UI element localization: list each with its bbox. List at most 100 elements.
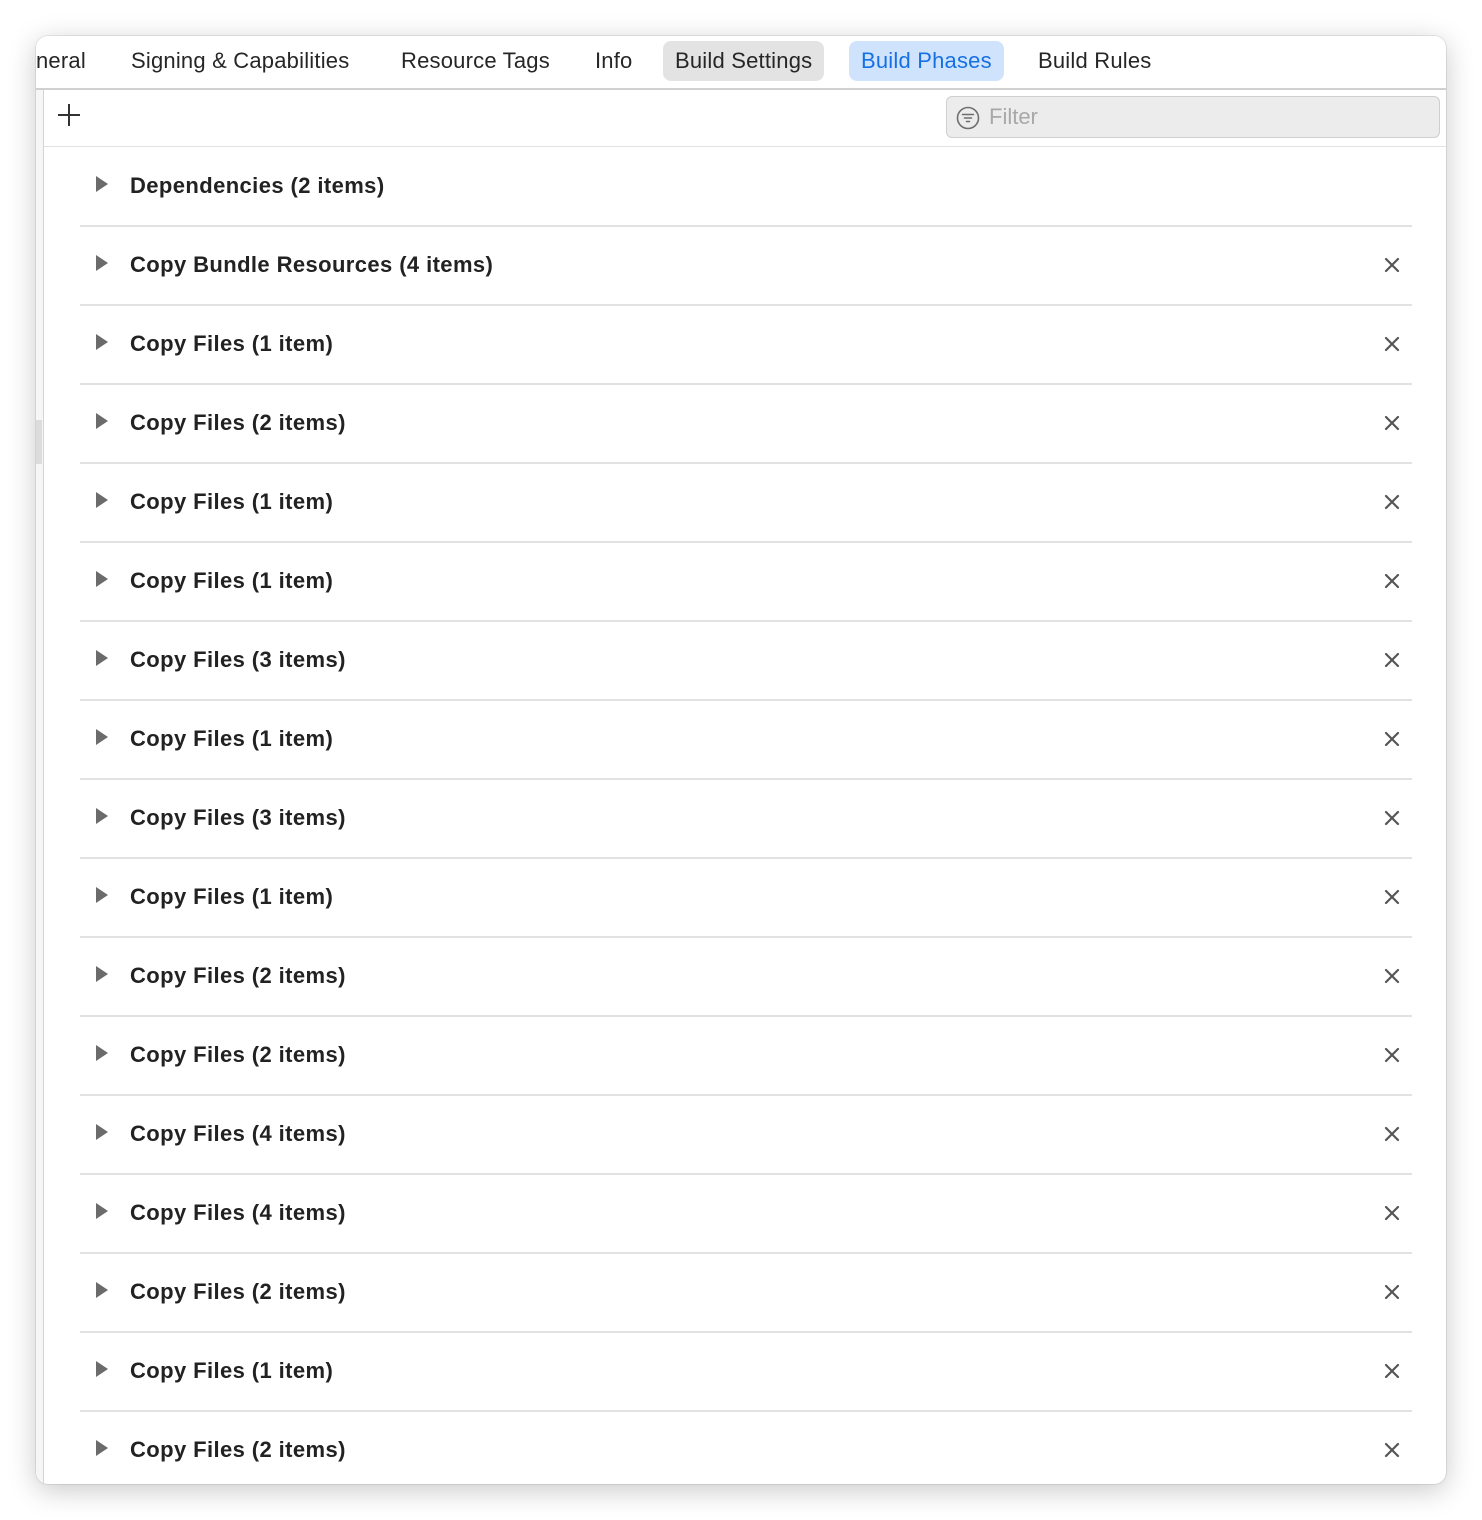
delete-phase-button[interactable] — [1382, 492, 1402, 512]
close-icon — [1384, 1047, 1400, 1063]
build-phase-row[interactable]: Dependencies (2 items) — [80, 148, 1412, 227]
delete-phase-button[interactable] — [1382, 571, 1402, 591]
disclosure-triangle-icon[interactable] — [95, 412, 109, 430]
build-phase-label: Copy Files (1 item) — [130, 568, 334, 593]
build-phase-row[interactable]: Copy Files (1 item) — [80, 306, 1412, 385]
filter-field[interactable] — [946, 96, 1440, 138]
build-phase-label: Copy Files (1 item) — [130, 726, 334, 751]
disclosure-triangle-icon[interactable] — [95, 491, 109, 509]
build-phase-row[interactable]: Copy Files (1 item) — [80, 464, 1412, 543]
build-phase-row[interactable]: Copy Files (1 item) — [80, 543, 1412, 622]
build-phases-toolbar — [44, 90, 1446, 147]
build-phase-row[interactable]: Copy Bundle Resources (4 items) — [80, 227, 1412, 306]
close-icon — [1384, 889, 1400, 905]
sidebar-selection-marker — [36, 420, 42, 464]
delete-phase-button[interactable] — [1382, 1124, 1402, 1144]
plus-icon — [58, 104, 80, 126]
close-icon — [1384, 1126, 1400, 1142]
build-phase-label: Copy Files (3 items) — [130, 805, 346, 830]
close-icon — [1384, 731, 1400, 747]
disclosure-triangle-icon[interactable] — [95, 570, 109, 588]
disclosure-triangle-icon[interactable] — [95, 1439, 109, 1457]
close-icon — [1384, 1205, 1400, 1221]
close-icon — [1384, 494, 1400, 510]
delete-phase-button[interactable] — [1382, 413, 1402, 433]
close-icon — [1384, 1363, 1400, 1379]
disclosure-triangle-icon[interactable] — [95, 965, 109, 983]
build-phase-row[interactable]: Copy Files (2 items) — [80, 385, 1412, 464]
tab-build-rules[interactable]: Build Rules — [1026, 41, 1163, 81]
disclosure-triangle-icon[interactable] — [95, 886, 109, 904]
build-phase-label: Copy Files (2 items) — [130, 1437, 346, 1462]
close-icon — [1384, 336, 1400, 352]
build-phase-label: Copy Files (1 item) — [130, 489, 334, 514]
build-phases-list: Dependencies (2 items) Copy Bundle Resour… — [80, 148, 1412, 1484]
build-phase-label: Copy Files (1 item) — [130, 1358, 334, 1383]
build-phase-label: Copy Bundle Resources (4 items) — [130, 252, 494, 277]
close-icon — [1384, 810, 1400, 826]
disclosure-triangle-icon[interactable] — [95, 1360, 109, 1378]
delete-phase-button[interactable] — [1382, 808, 1402, 828]
delete-phase-button[interactable] — [1382, 966, 1402, 986]
build-phase-label: Copy Files (3 items) — [130, 647, 346, 672]
build-phase-label: Dependencies (2 items) — [130, 173, 385, 198]
close-icon — [1384, 652, 1400, 668]
disclosure-triangle-icon[interactable] — [95, 807, 109, 825]
delete-phase-button[interactable] — [1382, 334, 1402, 354]
add-phase-button[interactable] — [54, 100, 84, 130]
build-phase-row[interactable]: Copy Files (1 item) — [80, 701, 1412, 780]
close-icon — [1384, 1442, 1400, 1458]
build-phase-row[interactable]: Copy Files (3 items) — [80, 780, 1412, 859]
delete-phase-button[interactable] — [1382, 887, 1402, 907]
build-phase-row[interactable]: Copy Files (1 item) — [80, 859, 1412, 938]
tab-info[interactable]: Info — [583, 41, 645, 81]
tab-general[interactable]: neral — [36, 41, 98, 81]
build-phase-row[interactable]: Copy Files (2 items) — [80, 1412, 1412, 1484]
disclosure-triangle-icon[interactable] — [95, 728, 109, 746]
build-phase-label: Copy Files (2 items) — [130, 410, 346, 435]
disclosure-triangle-icon[interactable] — [95, 649, 109, 667]
close-icon — [1384, 573, 1400, 589]
close-icon — [1384, 1284, 1400, 1300]
editor-tab-bar: neral Signing & Capabilities Resource Ta… — [36, 36, 1446, 90]
tab-resource-tags[interactable]: Resource Tags — [389, 41, 562, 81]
build-phase-row[interactable]: Copy Files (2 items) — [80, 1017, 1412, 1096]
delete-phase-button[interactable] — [1382, 1440, 1402, 1460]
build-phase-label: Copy Files (2 items) — [130, 963, 346, 988]
build-phase-label: Copy Files (1 item) — [130, 331, 334, 356]
delete-phase-button[interactable] — [1382, 1045, 1402, 1065]
delete-phase-button[interactable] — [1382, 1361, 1402, 1381]
delete-phase-button[interactable] — [1382, 1203, 1402, 1223]
disclosure-triangle-icon[interactable] — [95, 333, 109, 351]
disclosure-triangle-icon[interactable] — [95, 1123, 109, 1141]
build-phase-row[interactable]: Copy Files (2 items) — [80, 938, 1412, 1017]
build-phase-row[interactable]: Copy Files (4 items) — [80, 1096, 1412, 1175]
xcode-target-editor: neral Signing & Capabilities Resource Ta… — [36, 36, 1446, 1484]
disclosure-triangle-icon[interactable] — [95, 1202, 109, 1220]
build-phase-row[interactable]: Copy Files (1 item) — [80, 1333, 1412, 1412]
build-phase-row[interactable]: Copy Files (3 items) — [80, 622, 1412, 701]
build-phase-label: Copy Files (4 items) — [130, 1121, 346, 1146]
close-icon — [1384, 257, 1400, 273]
tab-build-settings[interactable]: Build Settings — [663, 41, 825, 81]
tab-signing-capabilities[interactable]: Signing & Capabilities — [119, 41, 361, 81]
filter-input[interactable] — [989, 97, 1429, 137]
close-icon — [1384, 968, 1400, 984]
delete-phase-button[interactable] — [1382, 729, 1402, 749]
delete-phase-button[interactable] — [1382, 255, 1402, 275]
build-phase-row[interactable]: Copy Files (2 items) — [80, 1254, 1412, 1333]
build-phase-label: Copy Files (4 items) — [130, 1200, 346, 1225]
disclosure-triangle-icon[interactable] — [95, 175, 109, 193]
build-phase-label: Copy Files (2 items) — [130, 1042, 346, 1067]
left-sidebar-edge — [36, 90, 44, 1484]
filter-icon — [956, 106, 980, 130]
delete-phase-button[interactable] — [1382, 650, 1402, 670]
close-icon — [1384, 415, 1400, 431]
disclosure-triangle-icon[interactable] — [95, 254, 109, 272]
delete-phase-button[interactable] — [1382, 1282, 1402, 1302]
disclosure-triangle-icon[interactable] — [95, 1044, 109, 1062]
build-phase-row[interactable]: Copy Files (4 items) — [80, 1175, 1412, 1254]
tab-build-phases[interactable]: Build Phases — [849, 41, 1004, 81]
build-phase-label: Copy Files (1 item) — [130, 884, 334, 909]
disclosure-triangle-icon[interactable] — [95, 1281, 109, 1299]
